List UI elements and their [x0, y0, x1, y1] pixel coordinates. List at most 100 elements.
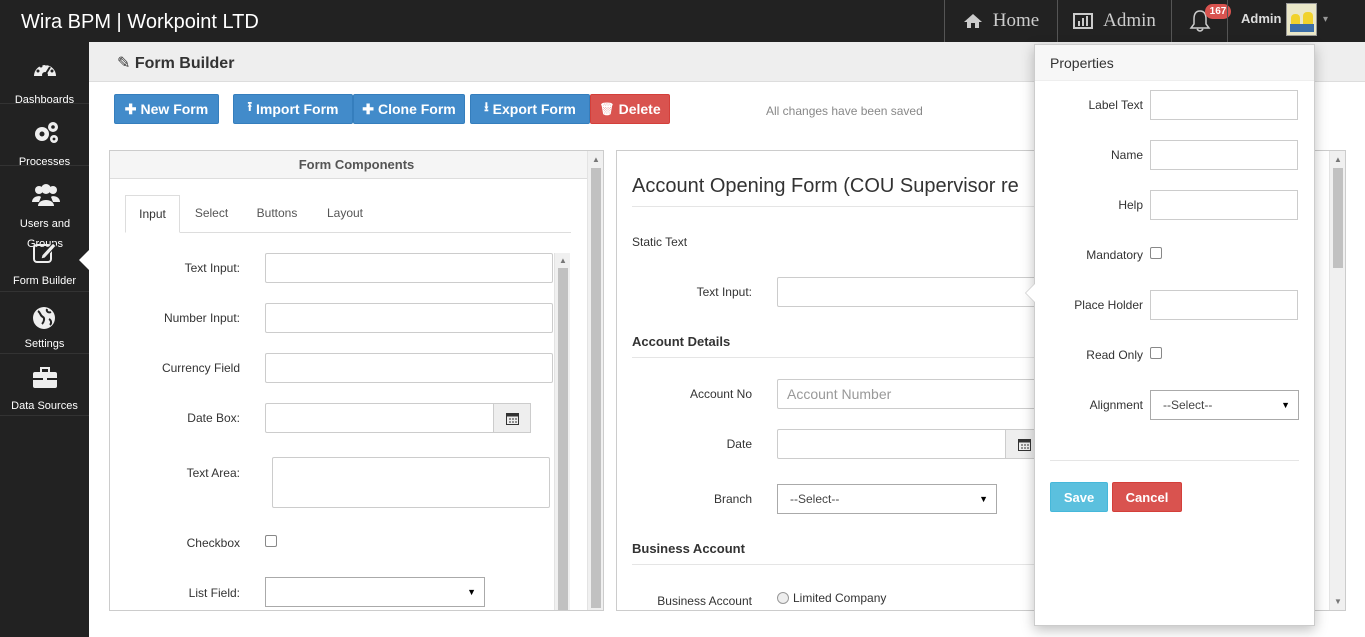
- canvas-scrollbar[interactable]: ▲ ▼: [1329, 151, 1345, 610]
- scroll-up-icon: ▲: [592, 155, 600, 164]
- radio-limited-company[interactable]: Limited Company: [777, 591, 886, 605]
- label-text-input[interactable]: [1150, 90, 1298, 120]
- briefcase-icon: [33, 367, 57, 388]
- label-text-label: Label Text: [1088, 98, 1144, 112]
- radio-button[interactable]: [777, 592, 789, 604]
- sidebar-item-label: Data Sources: [11, 400, 78, 412]
- read-only-checkbox[interactable]: [1150, 347, 1162, 359]
- sidebar-item-users-and-groups[interactable]: Users and Groups: [0, 166, 89, 250]
- tab-buttons[interactable]: Buttons: [247, 195, 307, 233]
- tab-layout[interactable]: Layout: [315, 195, 375, 233]
- sidebar-item-label: Form Builder: [13, 275, 76, 287]
- branch-select-value: --Select--: [790, 492, 840, 506]
- home-icon: [963, 14, 982, 28]
- date-input[interactable]: [777, 429, 1007, 459]
- nav-home-label: Home: [992, 10, 1040, 31]
- name-input[interactable]: [1150, 140, 1298, 170]
- currency-field[interactable]: [265, 353, 553, 383]
- nav-admin-link[interactable]: Admin: [1057, 0, 1171, 42]
- sidebar-item-data-sources[interactable]: Data Sources: [0, 354, 89, 416]
- plus-icon: ✚: [124, 100, 137, 117]
- nav-home-link[interactable]: Home: [944, 0, 1057, 42]
- date-box-field[interactable]: [265, 403, 495, 433]
- name-label: Name: [1110, 148, 1143, 162]
- avatar: [1286, 3, 1317, 36]
- checkbox-label: Checkbox: [186, 536, 240, 550]
- mandatory-checkbox[interactable]: [1150, 247, 1162, 259]
- import-form-button[interactable]: ⭱ Import Form: [233, 94, 353, 124]
- chevron-down-icon: ▾: [1323, 14, 1329, 25]
- calendar-button[interactable]: [493, 403, 531, 433]
- page-title: ✎ Form Builder: [117, 53, 234, 73]
- tab-input[interactable]: Input: [125, 195, 180, 233]
- popover-arrow-inner: [1026, 284, 1035, 302]
- active-indicator: [79, 250, 89, 270]
- text-area-field[interactable]: [272, 457, 550, 508]
- canvas-text-input-label: Text Input:: [696, 285, 752, 299]
- number-input-label: Number Input:: [163, 311, 240, 325]
- canvas-text-input[interactable]: [777, 277, 1037, 307]
- scroll-up-icon: ▲: [1334, 155, 1342, 164]
- account-no-label: Account No: [689, 387, 752, 401]
- cancel-button[interactable]: Cancel: [1112, 482, 1182, 512]
- panel-scrollbar[interactable]: ▲: [587, 151, 603, 610]
- upload-icon: ⭱: [247, 99, 253, 114]
- place-holder-input[interactable]: [1150, 290, 1298, 320]
- sidebar-item-processes[interactable]: Processes: [0, 104, 89, 168]
- calendar-icon: [1017, 438, 1031, 451]
- scroll-up-icon: ▲: [559, 256, 567, 265]
- bar-chart-icon: [1073, 13, 1094, 29]
- tab-select[interactable]: Select: [185, 195, 238, 233]
- section-account-details: Account Details: [632, 334, 731, 349]
- sidebar-item-dashboards[interactable]: Dashboards: [0, 42, 89, 106]
- text-area-label: Text Area:: [186, 466, 240, 480]
- export-form-button[interactable]: ⭳ Export Form: [470, 94, 590, 124]
- edit-icon: [33, 242, 57, 263]
- read-only-label: Read Only: [1086, 348, 1143, 362]
- delete-button[interactable]: 🗑 Delete: [590, 94, 670, 124]
- new-form-label: New Form: [140, 101, 209, 117]
- account-no-input[interactable]: Account Number: [777, 379, 1037, 409]
- text-input-field[interactable]: [265, 253, 553, 283]
- clone-form-button[interactable]: ✚ Clone Form: [353, 94, 465, 124]
- form-components-panel: Form Components ▲ Input Select Buttons L…: [109, 150, 604, 611]
- sidebar-item-form-builder[interactable]: Form Builder: [0, 228, 89, 292]
- help-input[interactable]: [1150, 190, 1298, 220]
- list-field-label: List Field:: [188, 586, 240, 600]
- import-form-label: Import Form: [256, 101, 339, 117]
- caret-down-icon: ▼: [979, 494, 988, 504]
- sidebar-item-settings[interactable]: Settings: [0, 292, 89, 354]
- user-menu[interactable]: Admin ▾: [1227, 0, 1365, 42]
- branch-select[interactable]: --Select-- ▼: [777, 484, 997, 514]
- properties-popover: Properties Label Text Name Help Mandator…: [1025, 44, 1315, 626]
- section-business-account: Business Account: [632, 541, 745, 556]
- components-scrollbar[interactable]: ▲: [554, 253, 570, 610]
- alignment-select[interactable]: --Select-- ▼: [1150, 390, 1299, 420]
- panel-title: Form Components: [110, 151, 603, 179]
- trash-icon: 🗑: [599, 102, 615, 116]
- help-label: Help: [1118, 198, 1143, 212]
- nav-admin-label: Admin: [1103, 10, 1156, 31]
- list-field-select[interactable]: ▼: [265, 577, 485, 607]
- edit-icon: ✎: [117, 55, 131, 72]
- clone-form-label: Clone Form: [377, 101, 456, 117]
- save-button[interactable]: Save: [1050, 482, 1108, 512]
- business-account-label: Business Account: [657, 594, 752, 608]
- user-name: Admin: [1241, 11, 1282, 26]
- number-input-field[interactable]: [265, 303, 553, 333]
- date-box-label: Date Box:: [187, 411, 240, 425]
- caret-down-icon: ▼: [467, 587, 476, 597]
- branch-label: Branch: [713, 492, 752, 506]
- top-navbar: Wira BPM | Workpoint LTD Home Admin 167 …: [0, 0, 1365, 42]
- place-holder-label: Place Holder: [1074, 298, 1143, 312]
- download-icon: ⭳: [484, 99, 489, 114]
- text-input-label: Text Input:: [184, 261, 240, 275]
- static-text: Static Text: [632, 235, 688, 249]
- sidebar: Dashboards Processes Users and Groups Fo…: [0, 42, 89, 637]
- new-form-button[interactable]: ✚ New Form: [114, 94, 219, 124]
- alignment-select-value: --Select--: [1163, 398, 1213, 412]
- globe-icon: [33, 307, 55, 329]
- checkbox-component[interactable]: [265, 535, 277, 547]
- caret-down-icon: ▼: [1281, 400, 1290, 410]
- app-title[interactable]: Wira BPM | Workpoint LTD: [21, 11, 259, 34]
